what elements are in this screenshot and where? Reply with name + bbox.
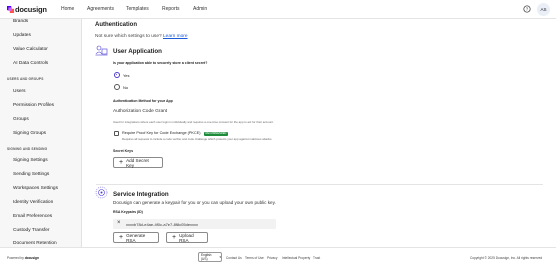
- language-select[interactable]: English (US) ▾: [198, 252, 222, 262]
- sidebar-item-sending-settings[interactable]: Sending Settings: [13, 172, 49, 177]
- user-avatar[interactable]: AS: [537, 3, 550, 16]
- rsa-keypair-row: × xxxxb78d-e4ae-4f0c-a7e7-8f8c05dexxxx: [113, 219, 276, 229]
- service-integration-title: Service Integration: [113, 191, 169, 198]
- sidebar-item-permission-profiles[interactable]: Permission Profiles: [13, 103, 54, 108]
- radio-no-label: No: [123, 85, 129, 90]
- sidebar-item-users[interactable]: Users: [13, 89, 26, 94]
- pkce-description: Requires all requests to include a code …: [122, 137, 273, 141]
- sidebar-item-custody-transfer[interactable]: Custody Transfer: [13, 228, 50, 233]
- docusign-logo-icon: [7, 6, 14, 13]
- nav-reports[interactable]: Reports: [162, 6, 180, 12]
- authentication-panel: Authentication Not sure which settings t…: [83, 19, 556, 247]
- footer-link-privacy[interactable]: Privacy: [267, 256, 277, 260]
- sidebar-item-ai-data-controls[interactable]: AI Data Controls: [13, 61, 48, 66]
- sidebar-item-brands[interactable]: Brands: [13, 19, 28, 24]
- footer-docusign-logo: docusign: [24, 256, 39, 260]
- generate-rsa-button[interactable]: + Generate RSA: [113, 232, 159, 243]
- service-integration-icon: [95, 186, 108, 199]
- docusign-logo[interactable]: docusign: [7, 5, 47, 14]
- learn-more-link[interactable]: Learn more: [163, 34, 188, 39]
- sidebar-item-value-calculator[interactable]: Value Calculator: [13, 47, 48, 52]
- nav-home[interactable]: Home: [61, 6, 74, 12]
- nav-agreements[interactable]: Agreements: [87, 6, 114, 12]
- plus-icon: +: [119, 233, 124, 241]
- logo-text: docusign: [15, 5, 47, 14]
- auth-code-grant-description: Used for integrations where each user lo…: [113, 120, 274, 124]
- copyright-text: Copyright © 2025 Docusign, Inc. All righ…: [470, 256, 543, 260]
- powered-by-text: Powered by docusign: [7, 256, 39, 260]
- delete-key-icon[interactable]: ×: [117, 220, 121, 226]
- sidebar-item-identity-verification[interactable]: Identity Verification: [13, 200, 53, 205]
- user-application-title: User Application: [113, 48, 162, 55]
- section-divider: [96, 184, 543, 185]
- admin-sidebar: Brands Updates Value Calculator AI Data …: [0, 19, 82, 247]
- auth-method-label: Authentication Method for your App: [113, 99, 173, 103]
- rsa-keypairs-label: RSA Keypairs (ID): [113, 210, 143, 214]
- sidebar-item-workspaces-settings[interactable]: Workspaces Settings: [13, 186, 58, 191]
- sidebar-item-document-retention[interactable]: Document Retention: [13, 241, 57, 246]
- footer-link-trust[interactable]: Trust: [313, 256, 320, 260]
- pkce-checkbox[interactable]: [114, 131, 119, 136]
- rsa-key-id: xxxxb78d-e4ae-4f0c-a7e7-8f8c05dexxxx: [126, 221, 199, 227]
- svg-text:?: ?: [526, 7, 529, 12]
- footer-link-intellectual-property[interactable]: Intellectual Property: [282, 256, 310, 260]
- radio-no[interactable]: [114, 84, 120, 90]
- top-navigation-bar: docusign Home Agreements Templates Repor…: [0, 0, 556, 19]
- plus-icon: +: [119, 158, 124, 166]
- page-footer: Powered by docusign English (US) ▾ Conta…: [0, 247, 556, 266]
- auth-code-grant-label: Authorization Code Grant: [113, 109, 168, 114]
- nav-admin[interactable]: Admin: [193, 6, 207, 12]
- client-secret-question: Is your application able to securely sto…: [113, 61, 208, 65]
- user-application-icon: [95, 45, 108, 56]
- footer-link-contact-us[interactable]: Contact Us: [226, 256, 242, 260]
- sidebar-item-signing-settings[interactable]: Signing Settings: [13, 158, 48, 163]
- radio-yes[interactable]: [114, 72, 120, 78]
- nav-templates[interactable]: Templates: [126, 6, 149, 12]
- help-text: Not sure which settings to use? Learn mo…: [95, 34, 188, 39]
- sidebar-item-groups[interactable]: Groups: [13, 117, 29, 122]
- secret-keys-label: Secret Keys: [113, 149, 134, 153]
- plus-icon: +: [172, 233, 177, 241]
- chevron-down-icon: ▾: [219, 255, 221, 259]
- sidebar-item-email-preferences[interactable]: Email Preferences: [13, 214, 52, 219]
- help-circle-icon[interactable]: ?: [523, 5, 531, 13]
- recommended-badge: RECOMMENDED: [204, 131, 228, 136]
- service-integration-description: Docusign can generate a keypair for you …: [113, 200, 276, 205]
- sidebar-section-signing-and-sending: SIGNING AND SENDING: [7, 147, 48, 151]
- sidebar-item-signing-groups[interactable]: Signing Groups: [13, 131, 46, 136]
- sidebar-item-updates[interactable]: Updates: [13, 33, 31, 38]
- add-secret-key-button[interactable]: + Add Secret Key: [113, 157, 163, 168]
- section-title: Authentication: [95, 22, 137, 28]
- upload-rsa-button[interactable]: + Upload RSA: [166, 232, 208, 243]
- radio-yes-label: Yes: [123, 73, 130, 78]
- footer-link-terms-of-use[interactable]: Terms of Use: [245, 256, 264, 260]
- pkce-label: Require Proof Key for Code Exchange (PKC…: [122, 131, 201, 135]
- sidebar-section-users-and-groups: USERS AND GROUPS: [7, 77, 44, 81]
